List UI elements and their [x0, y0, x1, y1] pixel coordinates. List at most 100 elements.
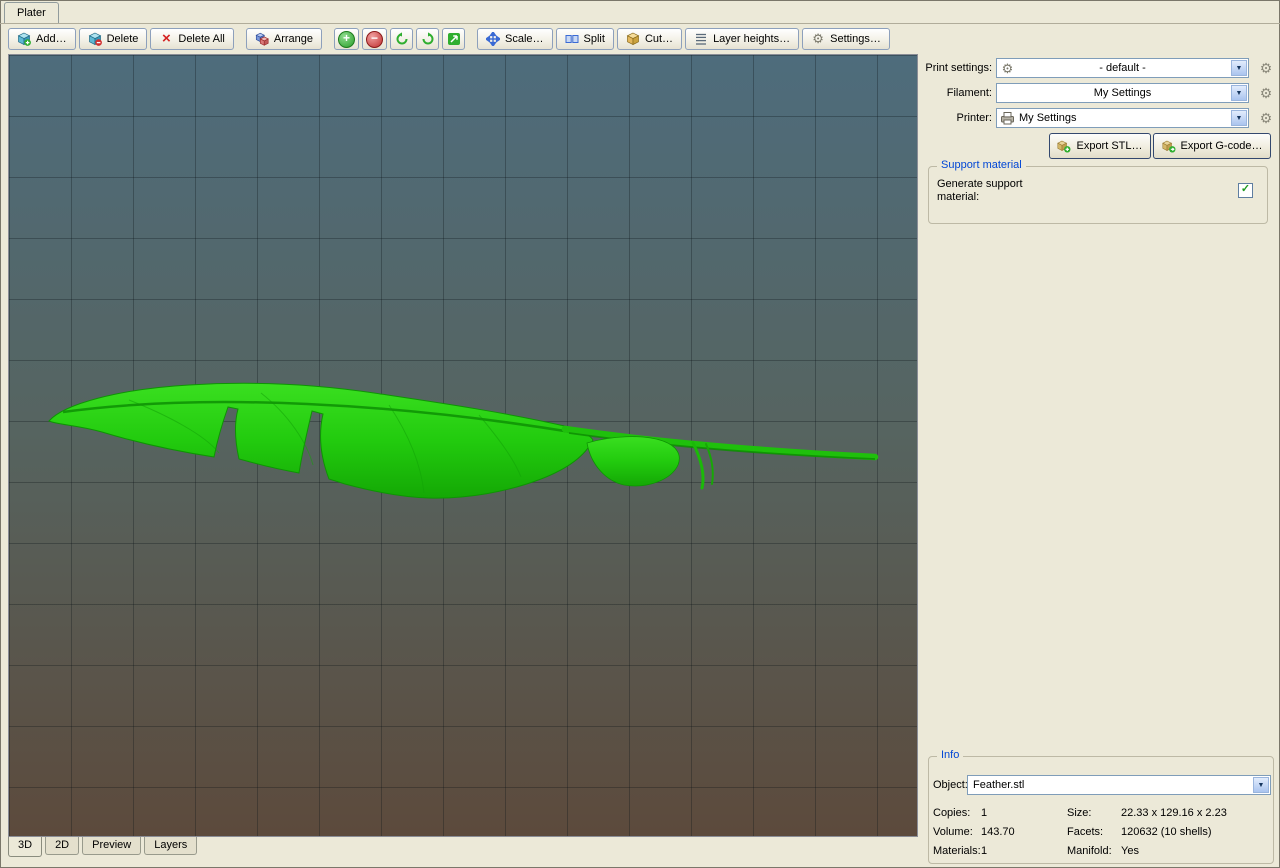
export-gcode-label: Export G-code… [1180, 140, 1263, 152]
print-settings-combo-icon: ⚙ [1001, 61, 1014, 76]
printer-icon [1000, 111, 1015, 126]
scene-canvas[interactable] [9, 55, 917, 836]
split-button-label: Split [583, 33, 605, 45]
volume-value: 143.70 [981, 826, 1015, 838]
info-groupbox: Info Object: Feather.stl ▼ Copies: 1 Siz… [928, 749, 1274, 864]
add-button-label: Add… [36, 33, 67, 45]
print-settings-combo[interactable]: ⚙ - default - ▼ [996, 58, 1249, 78]
settings-button-label: Settings… [830, 33, 881, 45]
export-stl-button[interactable]: Export STL… [1049, 133, 1151, 159]
scale-button[interactable]: Scale… [477, 28, 553, 50]
settings-panel: Print settings: ⚙ - default - ▼ ⚙ Filame… [922, 54, 1278, 868]
view-tab-layers[interactable]: Layers [144, 837, 198, 855]
combo-dropdown-arrow-icon[interactable]: ▼ [1231, 85, 1247, 101]
feather-wisp [691, 441, 705, 490]
settings-button[interactable]: ⚙ Settings… [802, 28, 890, 50]
plater-toolbar: Add… Delete × Delete All Arrange + − Sca… [8, 27, 890, 51]
facets-value: 120632 (10 shells) [1121, 826, 1212, 838]
add-button[interactable]: Add… [8, 28, 76, 50]
layer-heights-button[interactable]: Layer heights… [685, 28, 800, 50]
delete-button-label: Delete [106, 33, 139, 45]
rotate-cw-button[interactable] [416, 28, 439, 50]
main-tabstrip: Plater [0, 0, 1280, 24]
fewer-copies-button[interactable]: − [362, 28, 387, 50]
view-tab-3d-label: 3D [18, 839, 33, 851]
plus-circle-icon: + [338, 30, 355, 48]
materials-value: 1 [981, 845, 988, 857]
print-settings-gear-button[interactable]: ⚙ [1257, 59, 1275, 77]
view-tab-3d[interactable]: 3D [8, 837, 43, 857]
fit-view-button[interactable] [442, 28, 465, 50]
settings-gear-icon: ⚙ [812, 31, 824, 46]
support-material-groupbox: Support material Generate support materi… [928, 159, 1268, 224]
printer-value: My Settings [1019, 112, 1077, 124]
generate-support-label: Generate support material: [937, 178, 1023, 203]
view-tab-2d[interactable]: 2D [45, 837, 80, 855]
copies-value: 1 [981, 807, 988, 819]
materials-label: Materials: [933, 845, 981, 857]
split-button[interactable]: Split [555, 28, 614, 50]
export-stl-icon [1057, 139, 1071, 153]
rotate-ccw-icon [395, 32, 409, 46]
view-tab-2d-label: 2D [55, 839, 70, 851]
layer-heights-button-label: Layer heights… [713, 33, 791, 45]
feather-wisp [705, 443, 714, 485]
export-gcode-icon [1161, 139, 1176, 153]
filament-label: Filament: [946, 87, 992, 99]
print-settings-value: - default - [1099, 62, 1146, 74]
printer-row: Printer: My Settings ▼ ⚙ [922, 108, 1278, 129]
volume-label: Volume: [933, 826, 973, 838]
3d-viewport[interactable] [8, 54, 918, 837]
object-combo[interactable]: Feather.stl ▼ [967, 775, 1271, 795]
cut-button-label: Cut… [644, 33, 674, 45]
minus-circle-icon: − [366, 30, 383, 48]
delete-icon [88, 32, 102, 46]
printer-gear-button[interactable]: ⚙ [1257, 109, 1275, 127]
filament-combo[interactable]: My Settings ▼ [996, 83, 1249, 103]
generate-support-checkbox[interactable]: ✓ [1238, 183, 1253, 198]
cut-icon [626, 32, 640, 46]
fit-view-icon [447, 32, 461, 46]
combo-dropdown-arrow-icon[interactable]: ▼ [1231, 60, 1247, 76]
combo-dropdown-arrow-icon[interactable]: ▼ [1253, 777, 1269, 793]
arrange-button-label: Arrange [273, 33, 313, 45]
arrange-icon [255, 32, 269, 46]
info-title: Info [937, 749, 964, 761]
export-stl-label: Export STL… [1076, 140, 1143, 152]
feather-tuft [586, 436, 680, 487]
rotate-ccw-button[interactable] [390, 28, 413, 50]
size-value: 22.33 x 129.16 x 2.23 [1121, 807, 1227, 819]
export-gcode-button[interactable]: Export G-code… [1153, 133, 1271, 159]
split-icon [565, 32, 579, 46]
tab-plater[interactable]: Plater [4, 2, 59, 23]
print-settings-label: Print settings: [925, 62, 992, 74]
slic3r-window: Plater Add… Delete × Delete All Arrange … [0, 0, 1280, 868]
filament-value: My Settings [1093, 87, 1152, 99]
view-tab-preview[interactable]: Preview [82, 837, 142, 855]
view-tab-preview-label: Preview [92, 839, 132, 851]
print-settings-row: Print settings: ⚙ - default - ▼ ⚙ [922, 58, 1278, 79]
layer-heights-icon [694, 32, 708, 46]
copies-label: Copies: [933, 807, 971, 819]
view-tab-layers-label: Layers [154, 839, 188, 851]
cut-button[interactable]: Cut… [616, 28, 683, 50]
filament-gear-button[interactable]: ⚙ [1257, 84, 1275, 102]
support-material-title: Support material [937, 159, 1026, 171]
object-label: Object: [933, 779, 968, 791]
delete-button[interactable]: Delete [78, 28, 148, 50]
filament-row: Filament: My Settings ▼ ⚙ [922, 83, 1278, 104]
printer-combo[interactable]: My Settings ▼ [996, 108, 1249, 128]
more-copies-button[interactable]: + [334, 28, 359, 50]
manifold-label: Manifold: [1067, 845, 1112, 857]
add-icon [17, 32, 31, 46]
view-tabstrip: 3D 2D Preview Layers [8, 837, 200, 857]
facets-label: Facets: [1067, 826, 1104, 838]
scale-button-label: Scale… [505, 33, 544, 45]
delete-all-icon: × [161, 30, 171, 47]
delete-all-button[interactable]: × Delete All [150, 28, 234, 50]
arrange-button[interactable]: Arrange [245, 28, 322, 50]
combo-dropdown-arrow-icon[interactable]: ▼ [1231, 110, 1247, 126]
scale-icon [484, 30, 502, 48]
delete-all-button-label: Delete All [178, 33, 225, 45]
rotate-cw-icon [421, 32, 435, 46]
